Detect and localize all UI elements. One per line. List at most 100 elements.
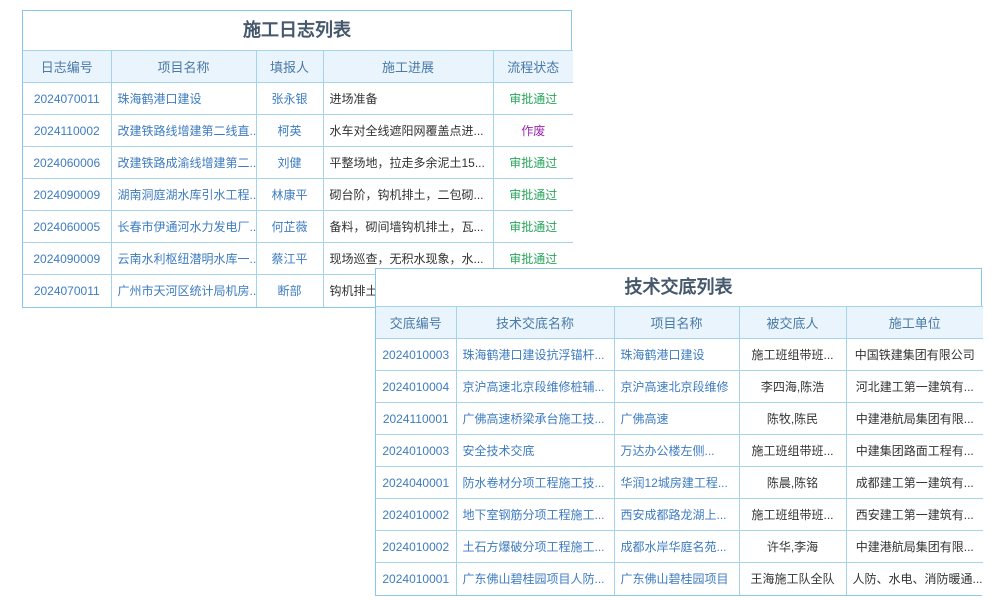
project-cell[interactable]: 改建铁路成渝线增建第二... bbox=[111, 147, 256, 179]
name-cell[interactable]: 京沪高速北京段维修桩辅... bbox=[456, 371, 614, 403]
unit-cell: 人防、水电、消防暖通... bbox=[846, 563, 983, 595]
project-cell[interactable]: 广东佛山碧桂园项目 bbox=[614, 563, 739, 595]
name-cell[interactable]: 土石方爆破分项工程施工... bbox=[456, 531, 614, 563]
person-cell: 陈牧,陈民 bbox=[739, 403, 846, 435]
unit-cell: 中建港航局集团有限... bbox=[846, 531, 983, 563]
table-row: 2024110002改建铁路线增建第二线直...柯英水车对全线遮阳网覆盖点进..… bbox=[23, 115, 573, 147]
project-cell[interactable]: 珠海鹤港口建设 bbox=[614, 339, 739, 371]
table-row: 2024060005长春市伊通河水力发电厂...何芷薇备料，砌间墙钩机排土，瓦.… bbox=[23, 211, 573, 243]
column-header-log-id: 日志编号 bbox=[23, 51, 111, 83]
table-row: 2024090009湖南洞庭湖水库引水工程...林康平砌台阶，钩机排土，二包砌.… bbox=[23, 179, 573, 211]
column-header-log-reporter: 填报人 bbox=[256, 51, 323, 83]
id-cell[interactable]: 2024070011 bbox=[23, 275, 111, 307]
column-header-disclosure-person: 被交底人 bbox=[739, 307, 846, 339]
id-cell[interactable]: 2024110001 bbox=[376, 403, 456, 435]
project-cell[interactable]: 湖南洞庭湖水库引水工程... bbox=[111, 179, 256, 211]
person-cell: 施工班组带班... bbox=[739, 435, 846, 467]
reporter-cell[interactable]: 刘健 bbox=[256, 147, 323, 179]
column-header-log-progress: 施工进展 bbox=[323, 51, 493, 83]
id-cell[interactable]: 2024040001 bbox=[376, 467, 456, 499]
id-cell[interactable]: 2024090009 bbox=[23, 243, 111, 275]
log-table-head: 日志编号 项目名称 填报人 施工进展 流程状态 bbox=[23, 51, 573, 83]
unit-cell: 中建集团路面工程有... bbox=[846, 435, 983, 467]
project-cell[interactable]: 万达办公楼左侧... bbox=[614, 435, 739, 467]
person-cell: 许华,李海 bbox=[739, 531, 846, 563]
table-row: 2024010002地下室钢筋分项工程施工...西安成都路龙湖上...施工班组带… bbox=[376, 499, 983, 531]
status-cell: 审批通过 bbox=[493, 83, 573, 115]
id-cell[interactable]: 2024010003 bbox=[376, 435, 456, 467]
disclosure-panel: 技术交底列表 交底编号 技术交底名称 项目名称 被交底人 施工单位 202401… bbox=[375, 268, 982, 596]
reporter-cell[interactable]: 断部 bbox=[256, 275, 323, 307]
progress-cell: 备料，砌间墙钩机排土，瓦... bbox=[323, 211, 493, 243]
table-row: 2024060006改建铁路成渝线增建第二...刘健平整场地，拉走多余泥土15.… bbox=[23, 147, 573, 179]
project-cell[interactable]: 广州市天河区统计局机房... bbox=[111, 275, 256, 307]
id-cell[interactable]: 2024010002 bbox=[376, 499, 456, 531]
name-cell[interactable]: 防水卷材分项工程施工技... bbox=[456, 467, 614, 499]
unit-cell: 中建港航局集团有限... bbox=[846, 403, 983, 435]
status-cell: 审批通过 bbox=[493, 211, 573, 243]
id-cell[interactable]: 2024090009 bbox=[23, 179, 111, 211]
project-cell[interactable]: 华润12城房建工程... bbox=[614, 467, 739, 499]
disclosure-table-body: 2024010003珠海鹤港口建设抗浮锚杆...珠海鹤港口建设施工班组带班...… bbox=[376, 339, 983, 595]
unit-cell: 成都建工第一建筑有... bbox=[846, 467, 983, 499]
column-header-disclosure-id: 交底编号 bbox=[376, 307, 456, 339]
unit-cell: 河北建工第一建筑有... bbox=[846, 371, 983, 403]
column-header-disclosure-project: 项目名称 bbox=[614, 307, 739, 339]
log-table-header-row: 日志编号 项目名称 填报人 施工进展 流程状态 bbox=[23, 51, 573, 83]
id-cell[interactable]: 2024010004 bbox=[376, 371, 456, 403]
reporter-cell[interactable]: 张永银 bbox=[256, 83, 323, 115]
table-row: 2024010001广东佛山碧桂园项目人防...广东佛山碧桂园项目王海施工队全队… bbox=[376, 563, 983, 595]
progress-cell: 平整场地，拉走多余泥土15... bbox=[323, 147, 493, 179]
log-panel-title: 施工日志列表 bbox=[23, 11, 571, 50]
progress-cell: 砌台阶，钩机排土，二包砌... bbox=[323, 179, 493, 211]
reporter-cell[interactable]: 何芷薇 bbox=[256, 211, 323, 243]
person-cell: 陈晨,陈铭 bbox=[739, 467, 846, 499]
progress-cell: 进场准备 bbox=[323, 83, 493, 115]
person-cell: 李四海,陈浩 bbox=[739, 371, 846, 403]
project-cell[interactable]: 西安成都路龙湖上... bbox=[614, 499, 739, 531]
table-row: 2024110001广佛高速桥梁承台施工技...广佛高速陈牧,陈民中建港航局集团… bbox=[376, 403, 983, 435]
disclosure-table-head: 交底编号 技术交底名称 项目名称 被交底人 施工单位 bbox=[376, 307, 983, 339]
column-header-log-project: 项目名称 bbox=[111, 51, 256, 83]
project-cell[interactable]: 珠海鹤港口建设 bbox=[111, 83, 256, 115]
table-row: 2024010003安全技术交底万达办公楼左侧...施工班组带班...中建集团路… bbox=[376, 435, 983, 467]
log-panel: 施工日志列表 日志编号 项目名称 填报人 施工进展 流程状态 202407001… bbox=[22, 10, 572, 308]
table-row: 2024040001防水卷材分项工程施工技...华润12城房建工程...陈晨,陈… bbox=[376, 467, 983, 499]
unit-cell: 中国铁建集团有限公司 bbox=[846, 339, 983, 371]
table-row: 2024010002土石方爆破分项工程施工...成都水岸华庭名苑...许华,李海… bbox=[376, 531, 983, 563]
person-cell: 施工班组带班... bbox=[739, 499, 846, 531]
column-header-log-status: 流程状态 bbox=[493, 51, 573, 83]
project-cell[interactable]: 云南水利枢纽潜明水库一... bbox=[111, 243, 256, 275]
name-cell[interactable]: 珠海鹤港口建设抗浮锚杆... bbox=[456, 339, 614, 371]
unit-cell: 西安建工第一建筑有... bbox=[846, 499, 983, 531]
name-cell[interactable]: 地下室钢筋分项工程施工... bbox=[456, 499, 614, 531]
name-cell[interactable]: 广东佛山碧桂园项目人防... bbox=[456, 563, 614, 595]
reporter-cell[interactable]: 蔡江平 bbox=[256, 243, 323, 275]
id-cell[interactable]: 2024010002 bbox=[376, 531, 456, 563]
column-header-disclosure-name: 技术交底名称 bbox=[456, 307, 614, 339]
status-cell: 审批通过 bbox=[493, 179, 573, 211]
id-cell[interactable]: 2024070011 bbox=[23, 83, 111, 115]
table-row: 2024070011珠海鹤港口建设张永银进场准备审批通过 bbox=[23, 83, 573, 115]
id-cell[interactable]: 2024110002 bbox=[23, 115, 111, 147]
reporter-cell[interactable]: 柯英 bbox=[256, 115, 323, 147]
disclosure-table-header-row: 交底编号 技术交底名称 项目名称 被交底人 施工单位 bbox=[376, 307, 983, 339]
progress-cell: 水车对全线遮阳网覆盖点进... bbox=[323, 115, 493, 147]
id-cell[interactable]: 2024010003 bbox=[376, 339, 456, 371]
project-cell[interactable]: 成都水岸华庭名苑... bbox=[614, 531, 739, 563]
reporter-cell[interactable]: 林康平 bbox=[256, 179, 323, 211]
person-cell: 施工班组带班... bbox=[739, 339, 846, 371]
table-row: 2024010003珠海鹤港口建设抗浮锚杆...珠海鹤港口建设施工班组带班...… bbox=[376, 339, 983, 371]
project-cell[interactable]: 京沪高速北京段维修 bbox=[614, 371, 739, 403]
name-cell[interactable]: 安全技术交底 bbox=[456, 435, 614, 467]
project-cell[interactable]: 改建铁路线增建第二线直... bbox=[111, 115, 256, 147]
disclosure-table: 交底编号 技术交底名称 项目名称 被交底人 施工单位 2024010003珠海鹤… bbox=[376, 306, 983, 595]
id-cell[interactable]: 2024060006 bbox=[23, 147, 111, 179]
status-cell: 作废 bbox=[493, 115, 573, 147]
person-cell: 王海施工队全队 bbox=[739, 563, 846, 595]
project-cell[interactable]: 广佛高速 bbox=[614, 403, 739, 435]
id-cell[interactable]: 2024010001 bbox=[376, 563, 456, 595]
id-cell[interactable]: 2024060005 bbox=[23, 211, 111, 243]
project-cell[interactable]: 长春市伊通河水力发电厂... bbox=[111, 211, 256, 243]
name-cell[interactable]: 广佛高速桥梁承台施工技... bbox=[456, 403, 614, 435]
